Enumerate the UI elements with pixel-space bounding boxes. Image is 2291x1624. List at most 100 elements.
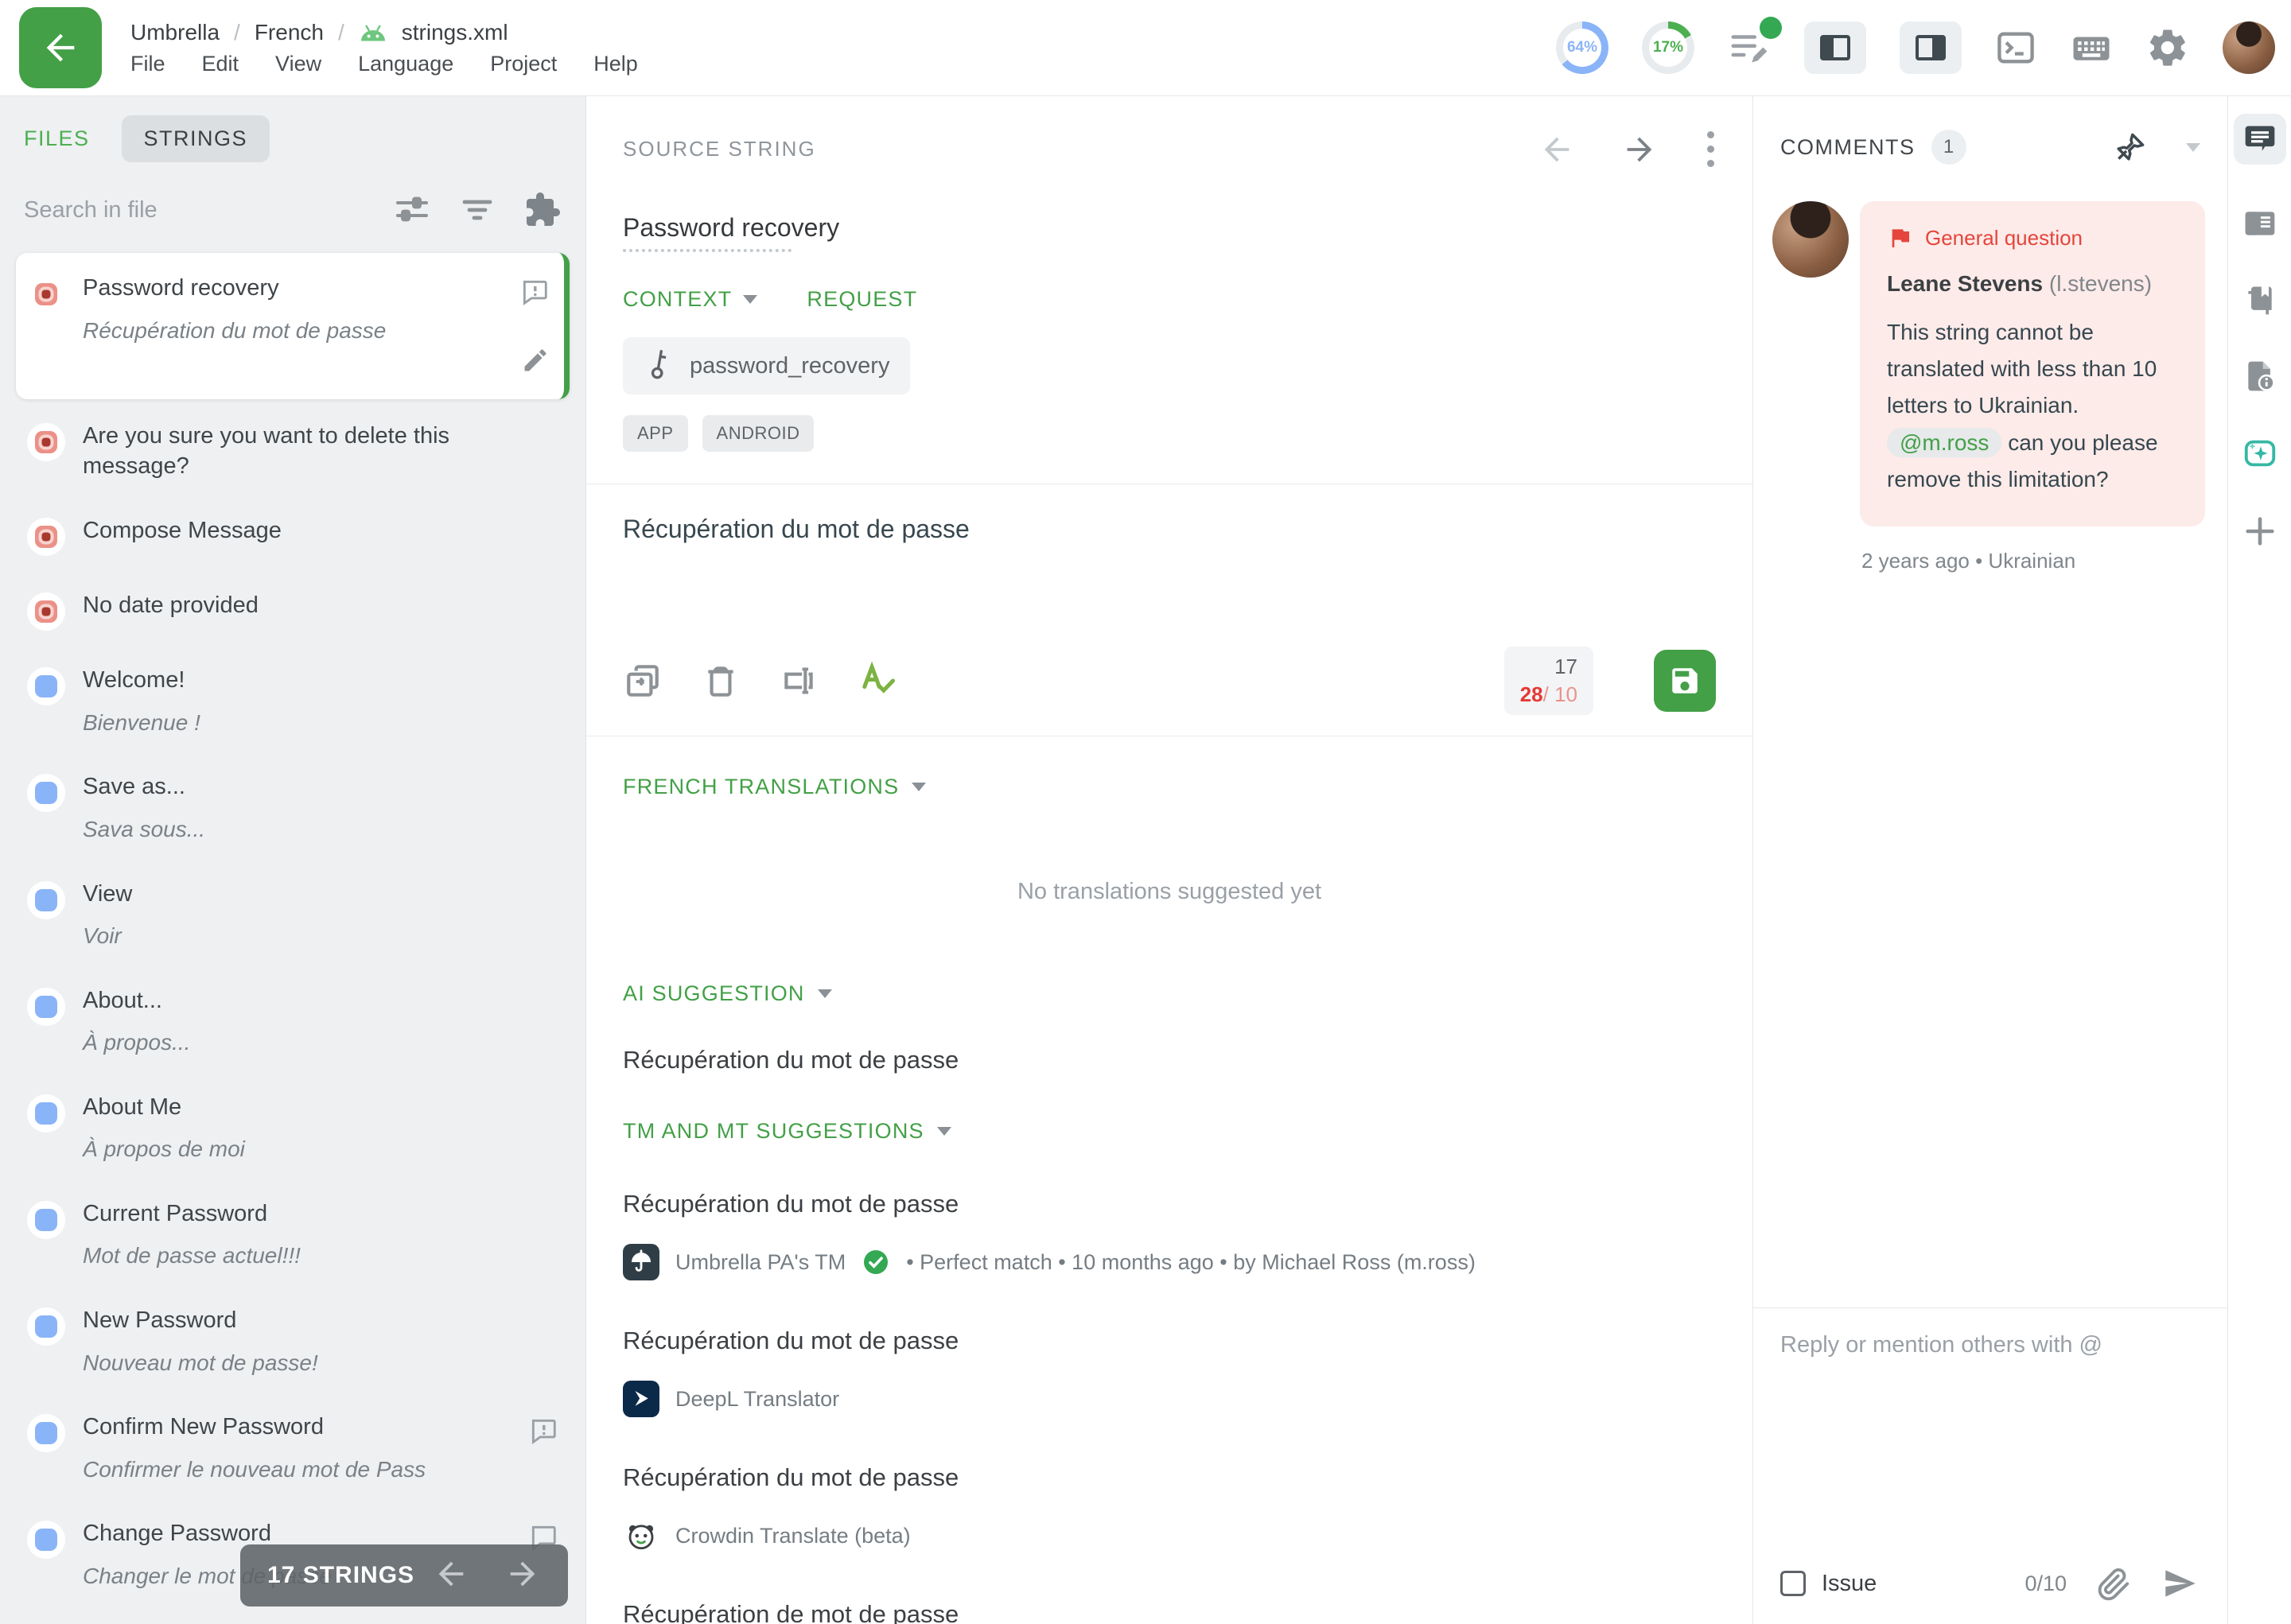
string-row[interactable]: About Me À propos de moi [16,1075,570,1182]
char-count-over: 28 [1520,682,1543,706]
suggestion-text[interactable]: Récupération du mot de passe [623,1327,1716,1355]
next-string-arrow[interactable] [1621,131,1658,168]
edit-pencil-icon[interactable] [521,346,550,379]
rail-file-info-tab[interactable] [2242,359,2277,394]
chevron-down-icon [743,295,757,304]
request-context-link[interactable]: REQUEST [807,287,917,312]
string-row[interactable]: Read message Lire le message [16,1608,570,1624]
status-icon-untranslated [27,518,65,556]
rail-context-tab[interactable] [2242,206,2277,241]
copy-source-icon[interactable] [623,661,663,701]
attach-file-icon[interactable] [2095,1565,2132,1602]
search-settings-icon[interactable] [393,191,431,229]
suggestion-text[interactable]: Récupération de mot de passe [623,1600,1716,1624]
status-icon-translated [27,1201,65,1239]
string-row[interactable]: No date provided [16,573,570,648]
suggestion-text[interactable]: Récupération du mot de passe [623,1463,1716,1492]
keyboard-shortcuts-icon[interactable] [2070,26,2113,69]
ai-suggestion-text[interactable]: Récupération du mot de passe [623,1046,1716,1074]
user-mention[interactable]: @m.ross [1887,428,2001,457]
tab-strings[interactable]: STRINGS [122,115,270,162]
section-ai-suggestion[interactable]: AI SUGGESTION [623,981,1716,1006]
string-translation: Voir [83,922,558,950]
menu-view[interactable]: View [275,52,321,76]
string-row[interactable]: Welcome! Bienvenue ! [16,648,570,755]
menu-project[interactable]: Project [490,52,557,76]
filter-icon[interactable] [458,191,496,229]
comment-tag: General question [1925,226,2083,251]
approval-progress-ring[interactable]: 17% [1642,21,1694,74]
string-translation: Mot de passe actuel!!! [83,1241,558,1270]
string-key-chip[interactable]: password_recovery [623,337,910,394]
context-dropdown[interactable]: CONTEXT [623,287,757,312]
string-row[interactable]: Confirm New Password Confirmer le nouvea… [16,1395,570,1502]
previous-string-arrow[interactable] [1538,131,1575,168]
string-row[interactable]: Are you sure you want to delete this mes… [16,404,570,499]
comment-meta: 2 years ago • Ukrainian [1861,549,2205,573]
rail-ai-assistant-tab[interactable] [2242,435,2278,472]
menu-file[interactable]: File [130,52,165,76]
back-button[interactable] [19,7,102,88]
pin-comments-icon[interactable] [2113,130,2148,165]
toggle-left-panel-button[interactable] [1804,21,1866,74]
plugins-puzzle-icon[interactable] [523,191,562,229]
toast-next-arrow[interactable] [504,1556,541,1596]
comment-author[interactable]: Leane Stevens [1887,271,2043,296]
chevron-down-icon[interactable] [2186,143,2200,152]
verified-badge-icon [862,1248,890,1276]
console-icon[interactable] [1995,27,2036,68]
comment: General question Leane Stevens (l.steven… [1772,201,2205,526]
issue-checkbox[interactable] [1780,1571,1806,1596]
search-input[interactable] [24,197,366,223]
breadcrumb-separator: / [338,20,344,45]
chevron-down-icon [912,783,926,791]
section-tm-mt-suggestions[interactable]: TM AND MT SUGGESTIONS [623,1119,1716,1144]
android-file-icon [359,22,387,43]
string-row[interactable]: New Password Nouveau mot de passe! [16,1288,570,1395]
string-row[interactable]: Save as... Sava sous... [16,755,570,861]
clear-translation-trash-icon[interactable] [701,661,741,701]
string-row[interactable]: View Voir [16,862,570,969]
tab-files[interactable]: FILES [24,115,90,162]
string-source: About... [83,986,558,1016]
commenter-avatar[interactable] [1772,201,1849,278]
comments-panel: COMMENTS 1 [1752,96,2227,1624]
section-french-translations[interactable]: FRENCH TRANSLATIONS [623,775,1716,799]
breadcrumb-project[interactable]: Umbrella [130,20,220,45]
menu-edit[interactable]: Edit [202,52,239,76]
status-icon-untranslated [27,423,65,461]
save-translation-button[interactable] [1654,650,1716,712]
settings-gear-icon[interactable] [2146,26,2189,69]
reply-input[interactable] [1780,1332,2200,1551]
more-options-kebab-icon[interactable] [1704,128,1717,170]
toggle-right-panel-button[interactable] [1900,21,1962,74]
menu-language[interactable]: Language [358,52,453,76]
string-row-selected[interactable]: Password recovery Récupération du mot de… [16,253,570,399]
my-translations-icon[interactable] [1728,26,1771,69]
char-limit: / 10 [1543,682,1577,706]
sidebar-tabs: FILES STRINGS [0,115,585,162]
spellcheck-icon[interactable] [857,660,898,701]
string-list: Password recovery Récupération du mot de… [0,248,585,1624]
string-row[interactable]: Current Password Mot de passe actuel!!! [16,1182,570,1288]
breadcrumb-separator: / [234,20,240,45]
user-avatar[interactable] [2223,21,2275,74]
rail-glossary-tab[interactable] [2242,282,2277,317]
translation-input[interactable]: Récupération du mot de passe [623,515,1716,634]
breadcrumb-language[interactable]: French [255,20,324,45]
request-label: REQUEST [807,287,917,312]
breadcrumb-file[interactable]: strings.xml [402,20,508,45]
rail-add-panel-button[interactable] [2242,513,2278,550]
rail-comments-tab[interactable] [2234,114,2286,165]
mt-suggestion: Récupération du mot de passe Crowdin Tra… [623,1463,1716,1554]
menu-help[interactable]: Help [593,52,638,76]
translation-progress-ring[interactable]: 64% [1556,21,1608,74]
toast-prev-arrow[interactable] [433,1556,469,1596]
select-text-icon[interactable] [779,661,819,701]
send-comment-icon[interactable] [2161,1564,2200,1603]
suggestion-text[interactable]: Récupération du mot de passe [623,1190,1716,1218]
source-string-heading: SOURCE STRING [623,137,816,161]
string-row[interactable]: Compose Message [16,499,570,573]
string-row[interactable]: About... À propos... [16,969,570,1075]
unresolved-issue-icon [528,1416,558,1450]
